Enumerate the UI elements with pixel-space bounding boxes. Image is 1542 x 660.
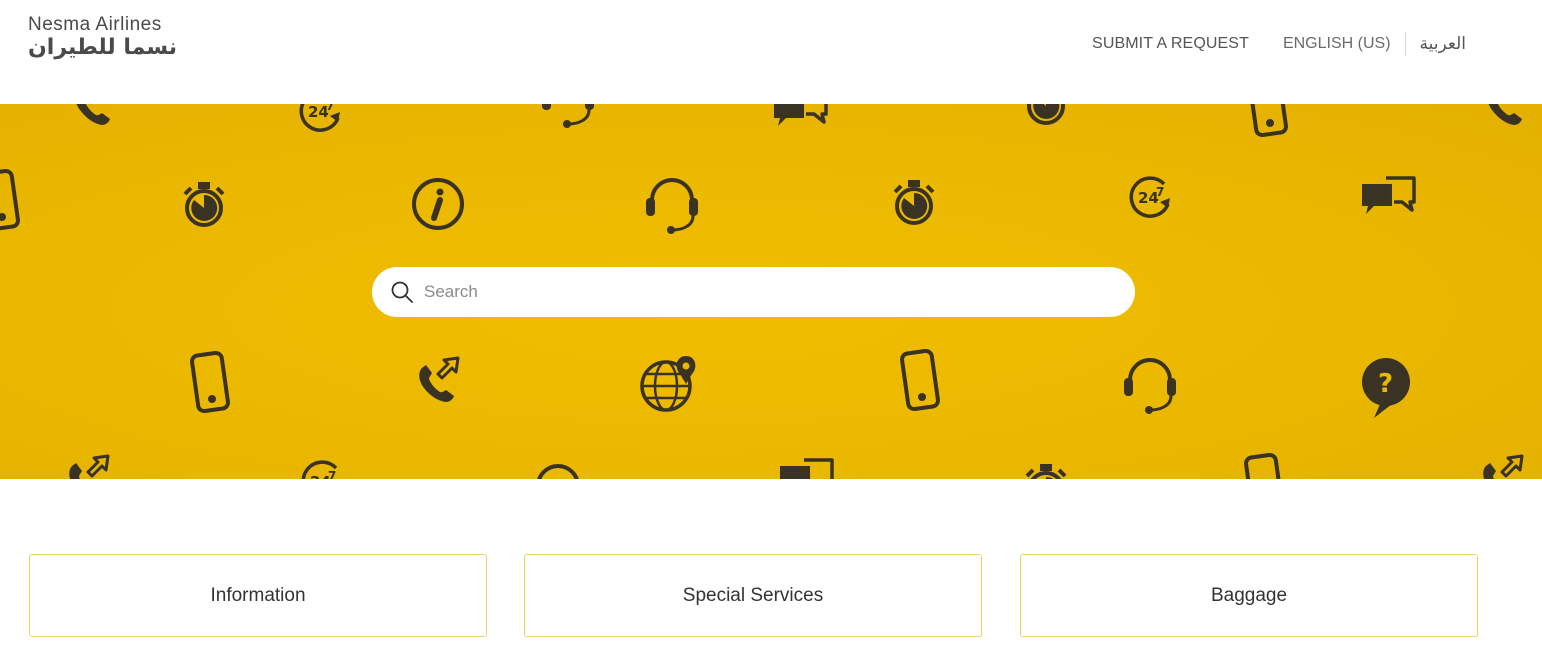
search-input[interactable] <box>424 267 1114 317</box>
category-card-special-services[interactable]: Special Services <box>524 554 982 637</box>
phone-icon <box>75 104 110 125</box>
language-english-link[interactable]: ENGLISH (US) <box>1283 35 1391 53</box>
mobile-icon <box>1243 452 1285 479</box>
mobile-icon <box>0 168 21 232</box>
stopwatch-icon <box>893 178 935 225</box>
clock-247-icon <box>301 460 344 479</box>
category-card-baggage[interactable]: Baggage <box>1020 554 1478 637</box>
globe-pin-icon <box>640 354 698 412</box>
headset-icon <box>644 178 700 236</box>
logo-text-english: Nesma Airlines <box>28 14 162 35</box>
submit-request-link[interactable]: SUBMIT A REQUEST <box>1092 35 1249 53</box>
chat-icon <box>778 458 834 479</box>
nesma-airlines-logo[interactable]: Nesma Airlines نسما للطيران <box>28 15 240 63</box>
stopwatch-icon <box>1025 462 1067 479</box>
info-icon <box>414 180 462 228</box>
category-grid: Information Special Services Baggage <box>0 479 1542 660</box>
category-label: Special Services <box>682 584 824 606</box>
phone-icon <box>1487 104 1522 125</box>
stopwatch-icon <box>1025 104 1067 125</box>
category-card-information[interactable]: Information <box>29 554 487 637</box>
mobile-icon <box>1247 104 1289 138</box>
headset-icon <box>1122 358 1178 416</box>
question-bubble-icon <box>1362 358 1410 418</box>
nav-divider <box>1404 32 1406 56</box>
logo-text-arabic: نسما للطيران <box>28 35 177 60</box>
hero-banner: 24 7 <box>0 104 1542 479</box>
phone-outgoing-icon <box>1481 454 1524 479</box>
phone-outgoing-icon <box>417 356 460 404</box>
clock-247-icon <box>1129 176 1172 218</box>
category-label: Information <box>210 584 306 606</box>
search-icon <box>391 281 413 303</box>
site-header: Nesma Airlines نسما للطيران SUBMIT A REQ… <box>0 0 1542 104</box>
chat-icon <box>1360 176 1416 216</box>
top-navigation: SUBMIT A REQUEST ENGLISH (US) العربية <box>1092 30 1466 58</box>
search-bar[interactable] <box>372 267 1135 317</box>
category-label: Baggage <box>1210 584 1288 606</box>
headset-icon <box>540 104 596 130</box>
mobile-icon <box>899 348 941 412</box>
clock-247-icon <box>299 104 342 132</box>
headset-icon <box>530 464 586 479</box>
mobile-icon <box>189 350 231 414</box>
stopwatch-icon <box>183 180 225 227</box>
chat-icon <box>772 104 828 128</box>
phone-outgoing-icon <box>67 454 110 479</box>
language-arabic-link[interactable]: العربية <box>1420 34 1466 54</box>
